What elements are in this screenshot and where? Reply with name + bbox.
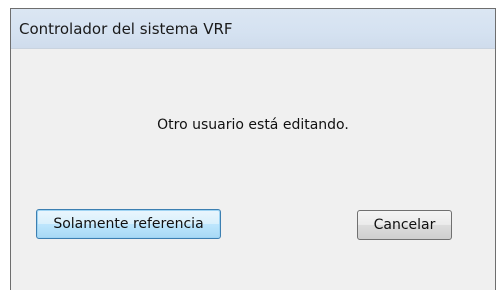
dialog-message: Otro usuario está editando. — [157, 117, 349, 133]
dialog-title: Controlador del sistema VRF — [19, 20, 233, 38]
dialog-window: Controlador del sistema VRF Otro usuario… — [10, 8, 496, 290]
title-bar[interactable]: Controlador del sistema VRF — [11, 9, 495, 49]
dialog-body: Otro usuario está editando. Solamente re… — [11, 49, 495, 290]
reference-only-button[interactable]: Solamente referencia — [36, 209, 221, 239]
cancel-button[interactable]: Cancelar — [357, 210, 452, 240]
